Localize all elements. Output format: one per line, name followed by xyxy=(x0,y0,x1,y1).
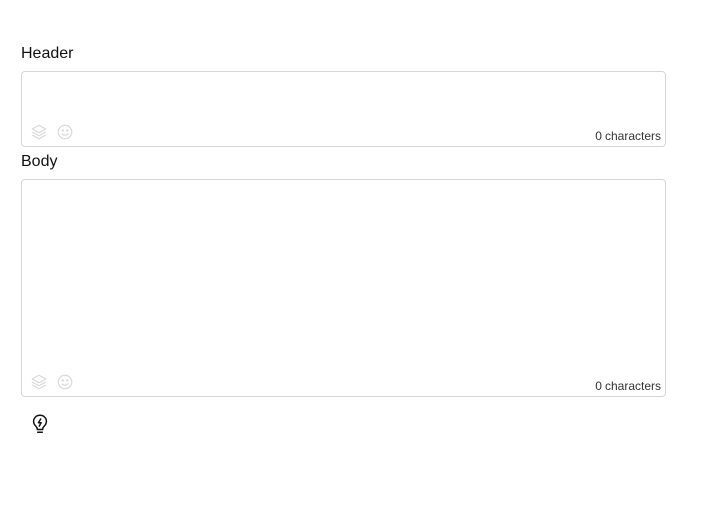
header-field: 0 characters xyxy=(21,71,666,147)
emoji-icon[interactable] xyxy=(56,123,74,141)
header-input[interactable] xyxy=(22,72,665,146)
header-label: Header xyxy=(21,45,74,62)
body-input[interactable] xyxy=(22,180,665,396)
layers-icon[interactable] xyxy=(30,123,48,141)
body-toolbar xyxy=(30,373,74,391)
emoji-icon[interactable] xyxy=(56,373,74,391)
header-toolbar xyxy=(30,123,74,141)
layers-icon[interactable] xyxy=(30,373,48,391)
header-char-count: 0 characters xyxy=(595,129,661,143)
body-char-count: 0 characters xyxy=(595,379,661,393)
lightbulb-bolt-icon[interactable] xyxy=(29,413,51,435)
body-field: 0 characters xyxy=(21,179,666,397)
body-label: Body xyxy=(21,153,58,170)
